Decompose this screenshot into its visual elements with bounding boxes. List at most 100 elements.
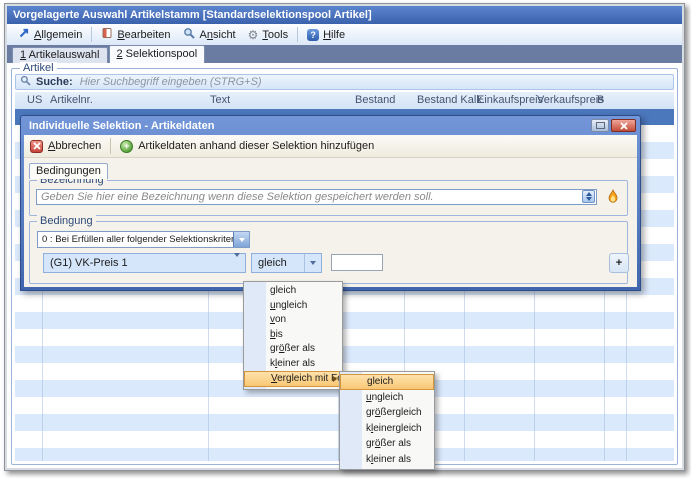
operator-value: gleich bbox=[258, 257, 287, 269]
menu-item-label: kleinergleich bbox=[366, 423, 422, 434]
menu-item-label: kleiner als bbox=[366, 454, 411, 465]
column-header-verkaufspreis[interactable]: Verkaufspreis bbox=[537, 94, 604, 106]
menu-item-label: kleiner als bbox=[270, 358, 315, 369]
plus-icon: + bbox=[616, 257, 622, 269]
menu-item-label: größer als bbox=[270, 343, 315, 354]
notebook-icon bbox=[101, 27, 113, 42]
close-button[interactable] bbox=[611, 119, 636, 132]
menu-item-bis[interactable]: bis bbox=[244, 328, 342, 343]
menu-label: Bearbeiten bbox=[117, 29, 170, 41]
dialog-toolbar: Abbrechen + Artikeldaten anhand dieser S… bbox=[24, 135, 637, 158]
menu-label: Allgemein bbox=[34, 29, 82, 41]
tab-bedingungen[interactable]: Bedingungen bbox=[29, 163, 108, 179]
submenu-arrow-icon bbox=[333, 376, 337, 382]
dialog-titlebar[interactable]: Individuelle Selektion - Artikeldaten bbox=[24, 116, 637, 135]
submenu-item-kleinergleich[interactable]: kleinergleich bbox=[340, 421, 434, 436]
bezeichnung-dropdown-button[interactable] bbox=[582, 190, 595, 203]
chevron-down-icon bbox=[239, 238, 245, 242]
restore-icon bbox=[596, 122, 605, 129]
search-input[interactable] bbox=[78, 75, 673, 89]
flame-icon bbox=[607, 189, 619, 206]
article-search-bar: Suche: bbox=[15, 74, 674, 90]
selection-mode-combobox[interactable]: 0 : Bei Erfüllen aller folgender Selekti… bbox=[37, 231, 250, 248]
menu-hilfe[interactable]: ? Hilfe bbox=[301, 27, 351, 43]
tab-artikelauswahl[interactable]: 1 Artikelauswahl bbox=[12, 47, 108, 63]
artikel-group-label: Artikel bbox=[20, 62, 57, 74]
submenu-item-kleiner-als[interactable]: kleiner als bbox=[340, 452, 434, 467]
bedingung-groupbox: Bedingung 0 : Bei Erfüllen aller folgend… bbox=[29, 221, 628, 284]
magnifier-icon bbox=[183, 27, 196, 42]
selection-dialog: Individuelle Selektion - Artikeldaten Ab… bbox=[20, 115, 641, 291]
menu-label: Tools bbox=[262, 29, 288, 41]
menu-item-ungleich[interactable]: ungleich bbox=[244, 299, 342, 314]
cancel-icon bbox=[30, 140, 43, 153]
column-header-artikelnr[interactable]: Artikelnr. bbox=[50, 94, 93, 106]
menu-ansicht[interactable]: Ansicht bbox=[177, 25, 242, 44]
menu-label: Ansicht bbox=[200, 29, 236, 41]
comparison-value-input[interactable] bbox=[331, 254, 383, 271]
table-header: US Artikelnr. Text Bestand Bestand Kalk.… bbox=[15, 92, 674, 110]
operator-combobox[interactable]: gleich bbox=[251, 253, 322, 273]
submenu-item-ungleich[interactable]: ungleich bbox=[340, 390, 434, 405]
chevron-down-icon bbox=[234, 257, 240, 269]
submenu-item-groesser-als[interactable]: größer als bbox=[340, 436, 434, 451]
menu-item-label: gleich bbox=[367, 376, 393, 387]
toolbar-separator bbox=[110, 138, 111, 154]
add-selection-button[interactable]: Artikeldaten anhand dieser Selektion hin… bbox=[138, 140, 374, 152]
arrow-up-icon bbox=[586, 192, 592, 196]
selection-mode-value: 0 : Bei Erfüllen aller folgender Selekti… bbox=[42, 234, 247, 245]
menu-item-von[interactable]: von bbox=[244, 313, 342, 328]
field-combobox[interactable]: (G1) VK-Preis 1 bbox=[43, 253, 246, 273]
add-selection-icon: + bbox=[120, 140, 133, 153]
menu-item-label: von bbox=[270, 314, 286, 325]
search-label: Suche: bbox=[36, 76, 73, 88]
tab-label: Bedingungen bbox=[36, 165, 101, 177]
compare-with-field-submenu: gleich ungleich größergleich kleinerglei… bbox=[339, 371, 435, 470]
tab-label: 1 Artikelauswahl bbox=[20, 49, 100, 61]
menu-label: Hilfe bbox=[323, 29, 345, 41]
bedingung-group-label: Bedingung bbox=[37, 215, 96, 227]
menu-bearbeiten[interactable]: Bearbeiten bbox=[95, 25, 176, 44]
window-title: Vorgelagerte Auswahl Artikelstamm [Stand… bbox=[13, 9, 372, 21]
column-header-bestand[interactable]: Bestand bbox=[355, 94, 395, 106]
column-header-bestand-kalk[interactable]: Bestand Kalk. bbox=[417, 94, 485, 106]
gear-icon: ⚙ bbox=[248, 29, 259, 41]
window-titlebar[interactable]: Vorgelagerte Auswahl Artikelstamm [Stand… bbox=[7, 6, 682, 24]
column-header-us[interactable]: US bbox=[27, 94, 42, 106]
combobox-dropdown-button[interactable] bbox=[233, 232, 249, 247]
arrow-up-right-icon bbox=[18, 27, 30, 42]
menu-allgemein[interactable]: Allgemein bbox=[12, 25, 88, 44]
menu-item-vergleich-mit-feld[interactable]: Vergleich mit Feld bbox=[244, 371, 342, 387]
dialog-title: Individuelle Selektion - Artikeldaten bbox=[29, 120, 214, 132]
search-icon bbox=[20, 75, 31, 89]
add-condition-button[interactable]: + bbox=[609, 253, 629, 273]
screen: Vorgelagerte Auswahl Artikelstamm [Stand… bbox=[0, 0, 691, 478]
menubar: Allgemein Bearbeiten Ansicht ⚙ Tools ? H… bbox=[7, 24, 682, 46]
menu-item-label: gleich bbox=[270, 285, 296, 296]
close-icon bbox=[620, 122, 628, 130]
bezeichnung-input[interactable] bbox=[36, 189, 597, 205]
submenu-item-gleich[interactable]: gleich bbox=[340, 374, 434, 390]
tabstrip: 1 Artikelauswahl 2 Selektionspool bbox=[7, 45, 682, 63]
menu-item-kleiner-als[interactable]: kleiner als bbox=[244, 357, 342, 372]
column-header-text[interactable]: Text bbox=[210, 94, 230, 106]
menu-item-groesser-als[interactable]: größer als bbox=[244, 342, 342, 357]
operator-dropdown-menu: gleich ungleich von bis größer als klein… bbox=[243, 281, 343, 390]
arrow-down-icon bbox=[586, 197, 592, 201]
column-header-b[interactable]: B bbox=[597, 94, 604, 106]
cancel-button[interactable]: Abbrechen bbox=[48, 140, 101, 152]
submenu-item-groessergleich[interactable]: größergleich bbox=[340, 405, 434, 420]
help-icon: ? bbox=[307, 29, 319, 41]
menu-item-label: ungleich bbox=[270, 300, 307, 311]
menu-item-gleich[interactable]: gleich bbox=[244, 284, 342, 299]
dialog-body: Abbrechen + Artikeldaten anhand dieser S… bbox=[24, 135, 637, 287]
menubar-separator bbox=[297, 27, 298, 42]
restore-button[interactable] bbox=[591, 119, 609, 132]
menu-tools[interactable]: ⚙ Tools bbox=[242, 27, 294, 43]
column-header-einkaufspreis[interactable]: Einkaufspreis bbox=[477, 94, 543, 106]
field-value: (G1) VK-Preis 1 bbox=[50, 257, 128, 269]
tab-label: 2 Selektionspool bbox=[117, 48, 198, 60]
bezeichnung-groupbox: Bezeichnung bbox=[29, 180, 628, 216]
tab-selektionspool[interactable]: 2 Selektionspool bbox=[109, 45, 206, 63]
dialog-window-buttons bbox=[591, 119, 637, 132]
